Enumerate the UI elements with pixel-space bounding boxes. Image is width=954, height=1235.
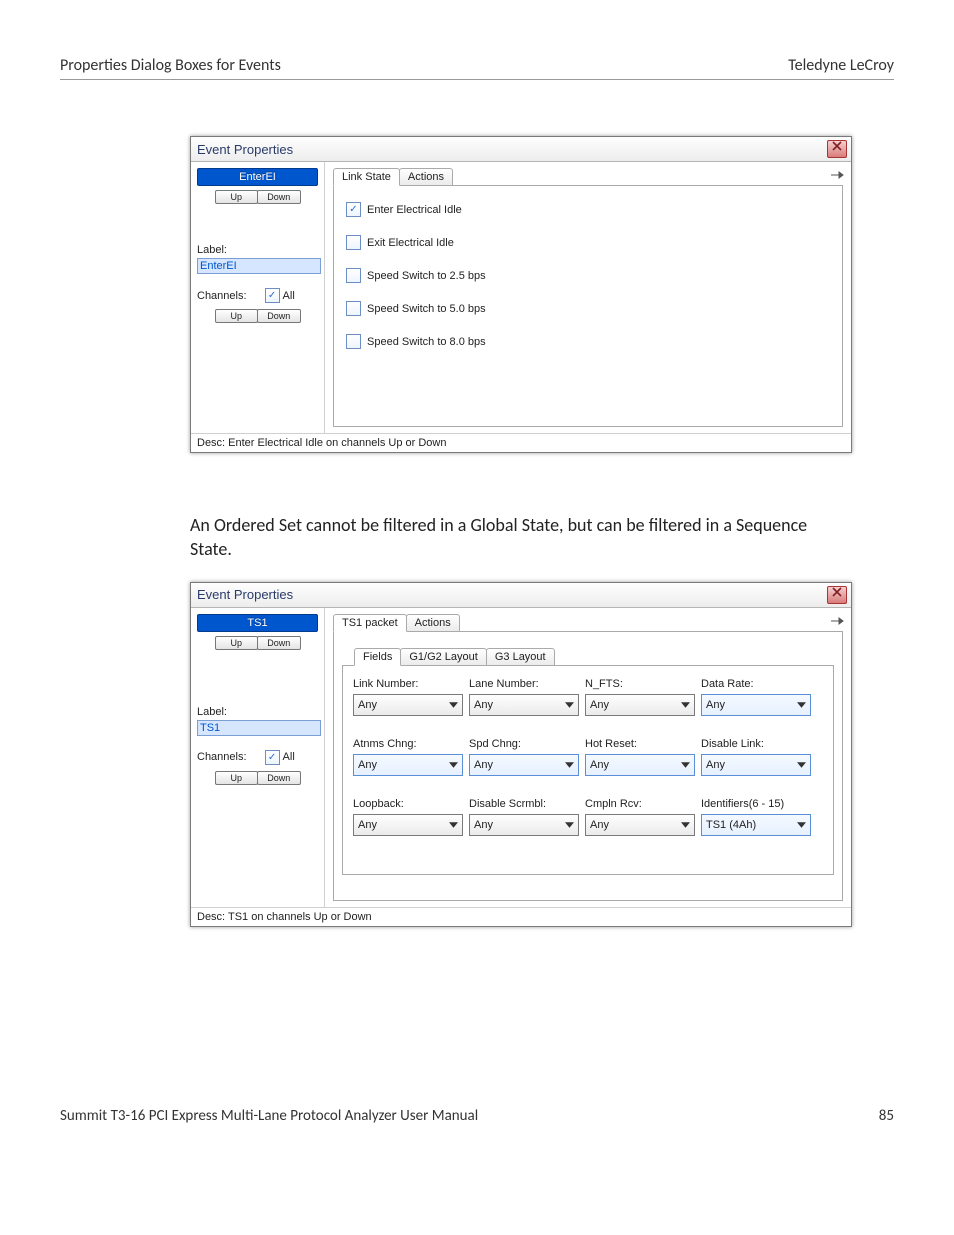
check-speed-switch-2-5[interactable]: Speed Switch to 2.5 bps <box>346 268 830 283</box>
field-label: Loopback: <box>353 798 463 810</box>
checkbox-icon: ✓ <box>265 750 280 765</box>
field-label: N_FTS: <box>585 678 695 690</box>
down-button[interactable]: Down <box>257 190 301 204</box>
description-bar: Desc: TS1 on channels Up or Down <box>191 907 851 926</box>
event-name-pill: EnterEI <box>197 168 318 186</box>
checkbox-icon: ✓ <box>265 288 280 303</box>
pin-icon[interactable] <box>829 168 845 182</box>
all-checkbox[interactable]: ✓ All <box>265 288 295 303</box>
field-dropdown[interactable]: Any <box>469 814 579 836</box>
field-label: Hot Reset: <box>585 738 695 750</box>
event-name-pill: TS1 <box>197 614 318 632</box>
checkbox-icon <box>346 301 361 316</box>
up-button[interactable]: Up <box>215 636 259 650</box>
field-label: Data Rate: <box>701 678 811 690</box>
tab-actions[interactable]: Actions <box>399 168 453 186</box>
chevron-down-icon <box>681 822 690 828</box>
field-dropdown[interactable]: Any <box>469 754 579 776</box>
tab-ts1-packet[interactable]: TS1 packet <box>333 614 407 632</box>
field-dropdown[interactable]: Any <box>585 814 695 836</box>
dialog-title: Event Properties <box>197 587 293 602</box>
chevron-down-icon <box>565 762 574 768</box>
header-left: Properties Dialog Boxes for Events <box>60 56 281 75</box>
field-label: Spd Chng: <box>469 738 579 750</box>
label-input[interactable] <box>197 720 321 736</box>
field-dropdown[interactable]: Any <box>353 694 463 716</box>
chevron-down-icon <box>565 822 574 828</box>
field-label: Link Number: <box>353 678 463 690</box>
description-bar: Desc: Enter Electrical Idle on channels … <box>191 433 851 452</box>
field-dropdown[interactable]: Any <box>585 754 695 776</box>
channels-up-button[interactable]: Up <box>215 309 259 323</box>
field-label: Lane Number: <box>469 678 579 690</box>
chevron-down-icon <box>565 702 574 708</box>
field-label: Atnms Chng: <box>353 738 463 750</box>
event-properties-dialog-2: Event Properties TS1 Up Down Label: Chan… <box>190 582 852 927</box>
field-label: Disable Link: <box>701 738 811 750</box>
close-button[interactable] <box>827 140 847 158</box>
chevron-down-icon <box>797 702 806 708</box>
field-label: Cmpln Rcv: <box>585 798 695 810</box>
footer-right: 85 <box>879 1107 894 1125</box>
chevron-down-icon <box>797 822 806 828</box>
check-speed-switch-5-0[interactable]: Speed Switch to 5.0 bps <box>346 301 830 316</box>
subtab-fields[interactable]: Fields <box>354 648 401 666</box>
body-paragraph: An Ordered Set cannot be filtered in a G… <box>190 513 830 562</box>
chevron-down-icon <box>797 762 806 768</box>
check-exit-electrical-idle[interactable]: Exit Electrical Idle <box>346 235 830 250</box>
field-label: Identifiers(6 - 15) <box>701 798 811 810</box>
tab-link-state[interactable]: Link State <box>333 168 400 186</box>
field-dropdown[interactable]: Any <box>353 814 463 836</box>
dialog-title: Event Properties <box>197 142 293 157</box>
checkbox-icon <box>346 235 361 250</box>
channels-up-button[interactable]: Up <box>215 771 259 785</box>
chevron-down-icon <box>681 762 690 768</box>
label-input[interactable] <box>197 258 321 274</box>
field-dropdown[interactable]: Any <box>701 754 811 776</box>
checkbox-icon <box>346 334 361 349</box>
up-button[interactable]: Up <box>215 190 259 204</box>
close-icon <box>832 587 842 597</box>
footer-left: Summit T3-16 PCI Express Multi-Lane Prot… <box>60 1107 478 1125</box>
check-speed-switch-8-0[interactable]: Speed Switch to 8.0 bps <box>346 334 830 349</box>
label-label: Label: <box>197 706 318 718</box>
chevron-down-icon <box>449 822 458 828</box>
field-dropdown[interactable]: Any <box>701 694 811 716</box>
field-dropdown[interactable]: Any <box>585 694 695 716</box>
chevron-down-icon <box>449 702 458 708</box>
subtab-g1g2-layout[interactable]: G1/G2 Layout <box>400 648 487 666</box>
subtab-g3-layout[interactable]: G3 Layout <box>486 648 555 666</box>
channels-label: Channels: <box>197 290 247 302</box>
close-icon <box>832 141 842 151</box>
field-dropdown[interactable]: TS1 (4Ah) <box>701 814 811 836</box>
all-checkbox[interactable]: ✓ All <box>265 750 295 765</box>
tab-actions[interactable]: Actions <box>406 614 460 632</box>
channels-down-button[interactable]: Down <box>257 771 301 785</box>
checkbox-icon <box>346 268 361 283</box>
check-enter-electrical-idle[interactable]: ✓ Enter Electrical Idle <box>346 202 830 217</box>
chevron-down-icon <box>449 762 458 768</box>
close-button[interactable] <box>827 586 847 604</box>
pin-icon[interactable] <box>829 614 845 628</box>
checkbox-icon: ✓ <box>346 202 361 217</box>
down-button[interactable]: Down <box>257 636 301 650</box>
field-label: Disable Scrmbl: <box>469 798 579 810</box>
channels-down-button[interactable]: Down <box>257 309 301 323</box>
channels-label: Channels: <box>197 751 247 763</box>
chevron-down-icon <box>681 702 690 708</box>
label-label: Label: <box>197 244 318 256</box>
field-dropdown[interactable]: Any <box>353 754 463 776</box>
field-dropdown[interactable]: Any <box>469 694 579 716</box>
header-right: Teledyne LeCroy <box>788 56 894 75</box>
event-properties-dialog-1: Event Properties EnterEI Up Down Label: … <box>190 136 852 453</box>
